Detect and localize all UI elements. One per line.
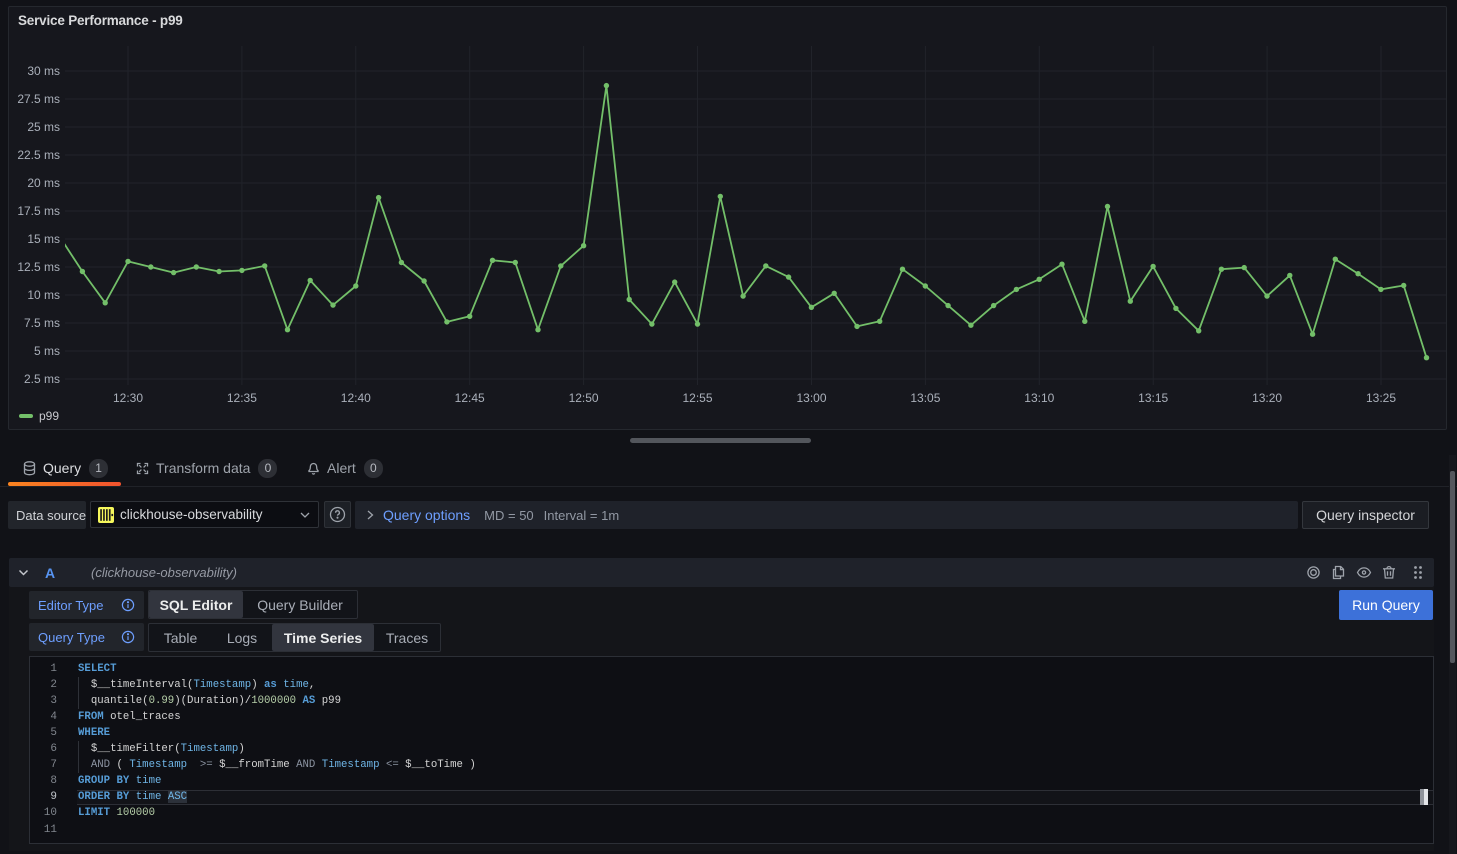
svg-text:12:50: 12:50: [569, 391, 599, 405]
svg-text:13:00: 13:00: [796, 391, 826, 405]
svg-text:15 ms: 15 ms: [27, 232, 60, 246]
svg-text:27.5 ms: 27.5 ms: [17, 92, 60, 106]
svg-text:30 ms: 30 ms: [27, 64, 60, 78]
svg-text:10 ms: 10 ms: [27, 288, 60, 302]
svg-text:2.5 ms: 2.5 ms: [24, 372, 60, 386]
svg-text:12:40: 12:40: [341, 391, 371, 405]
svg-text:20 ms: 20 ms: [27, 176, 60, 190]
svg-text:12:45: 12:45: [455, 391, 485, 405]
svg-text:13:10: 13:10: [1024, 391, 1054, 405]
svg-text:13:15: 13:15: [1138, 391, 1168, 405]
svg-text:13:20: 13:20: [1252, 391, 1282, 405]
svg-text:17.5 ms: 17.5 ms: [17, 204, 60, 218]
svg-text:5 ms: 5 ms: [34, 344, 60, 358]
svg-text:22.5 ms: 22.5 ms: [17, 148, 60, 162]
svg-text:13:25: 13:25: [1366, 391, 1396, 405]
svg-text:7.5 ms: 7.5 ms: [24, 316, 60, 330]
svg-text:12.5 ms: 12.5 ms: [17, 260, 60, 274]
svg-text:13:05: 13:05: [910, 391, 940, 405]
svg-text:12:35: 12:35: [227, 391, 257, 405]
svg-text:12:30: 12:30: [113, 391, 143, 405]
svg-text:12:55: 12:55: [682, 391, 712, 405]
svg-text:25 ms: 25 ms: [27, 120, 60, 134]
